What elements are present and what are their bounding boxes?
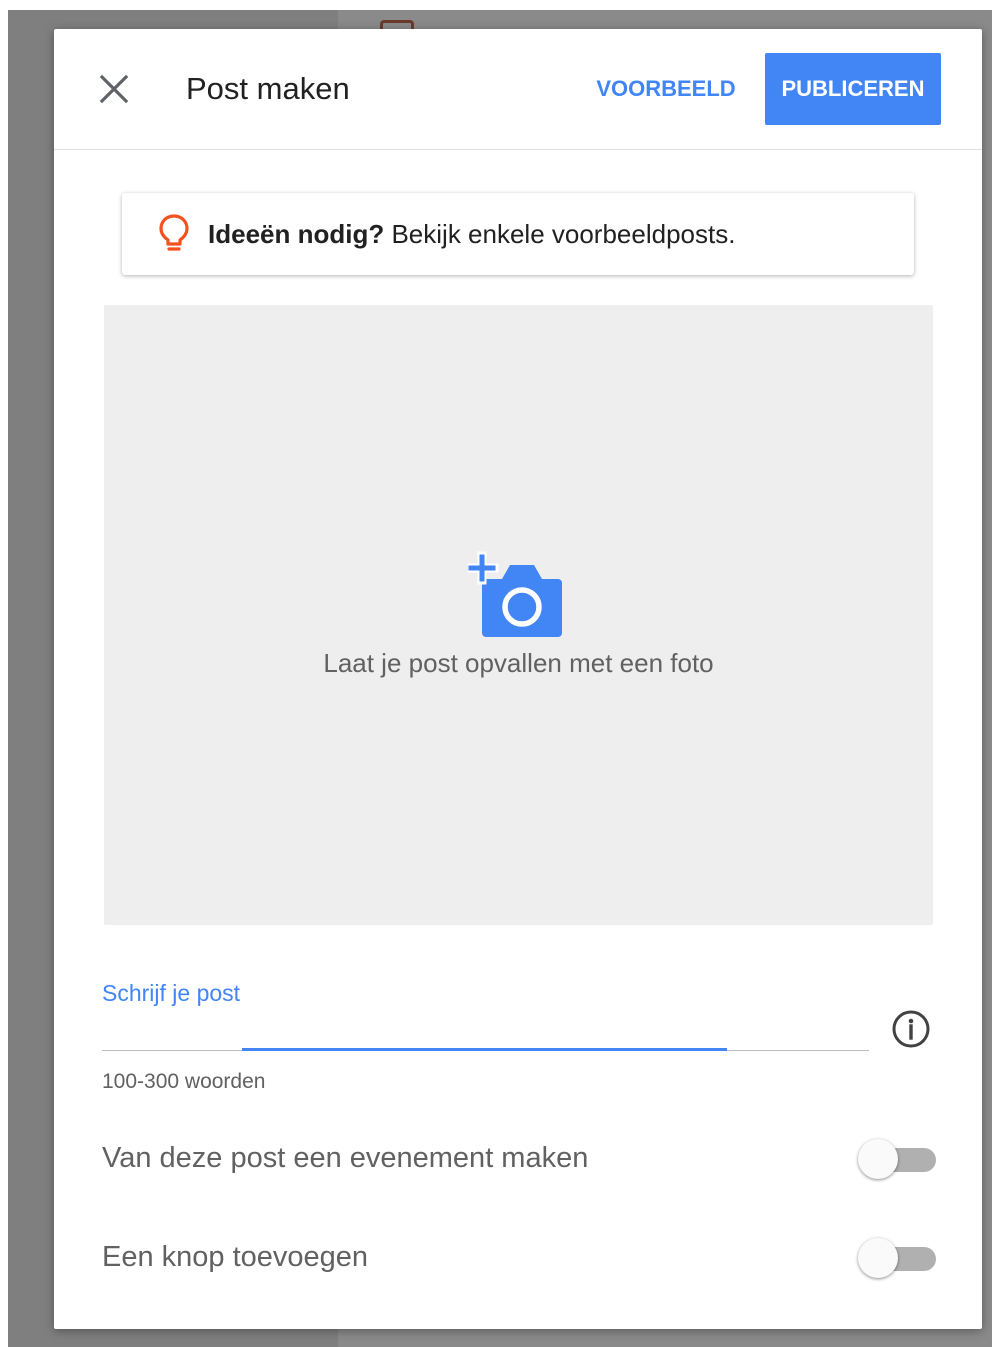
add-photo-area[interactable]: Laat je post opvallen met een foto <box>104 305 933 925</box>
add-photo-label: Laat je post opvallen met een foto <box>323 648 714 678</box>
button-toggle-label: Een knop toevoegen <box>102 1241 369 1273</box>
close-icon <box>99 74 129 104</box>
button-toggle-switch[interactable] <box>858 1237 938 1278</box>
switch-thumb <box>858 1139 898 1179</box>
ideas-card[interactable]: Ideeën nodig? Bekijk enkele voorbeeldpos… <box>122 193 914 275</box>
create-post-dialog: Post maken VOORBEELD PUBLICEREN Ideeën n… <box>54 29 982 1329</box>
dialog-title: Post maken <box>186 71 350 106</box>
post-text-input[interactable] <box>102 1014 869 1051</box>
ideas-link-text: Bekijk enkele voorbeeldposts. <box>384 219 736 249</box>
dialog-header: Post maken VOORBEELD PUBLICEREN <box>54 29 982 150</box>
post-input-focus-underline <box>242 1048 727 1051</box>
event-toggle-switch[interactable] <box>858 1138 938 1179</box>
event-toggle-label: Van deze post een evenement maken <box>102 1142 589 1174</box>
info-icon[interactable] <box>890 1008 932 1050</box>
button-toggle-row: Een knop toevoegen <box>102 1232 942 1282</box>
close-button[interactable] <box>90 65 138 113</box>
preview-button[interactable]: VOORBEELD <box>582 53 750 125</box>
switch-thumb <box>858 1238 898 1278</box>
ideas-bold-text: Ideeën nodig? <box>208 219 385 249</box>
lightbulb-icon <box>159 214 189 251</box>
event-toggle-row: Van deze post een evenement maken <box>102 1133 942 1183</box>
add-photo-icon <box>468 551 562 637</box>
post-field-label: Schrijf je post <box>102 980 241 1006</box>
post-helper-text: 100-300 woorden <box>102 1070 266 1093</box>
ideas-text: Ideeën nodig? Bekijk enkele voorbeeldpos… <box>208 217 735 251</box>
publish-button[interactable]: PUBLICEREN <box>765 53 941 125</box>
